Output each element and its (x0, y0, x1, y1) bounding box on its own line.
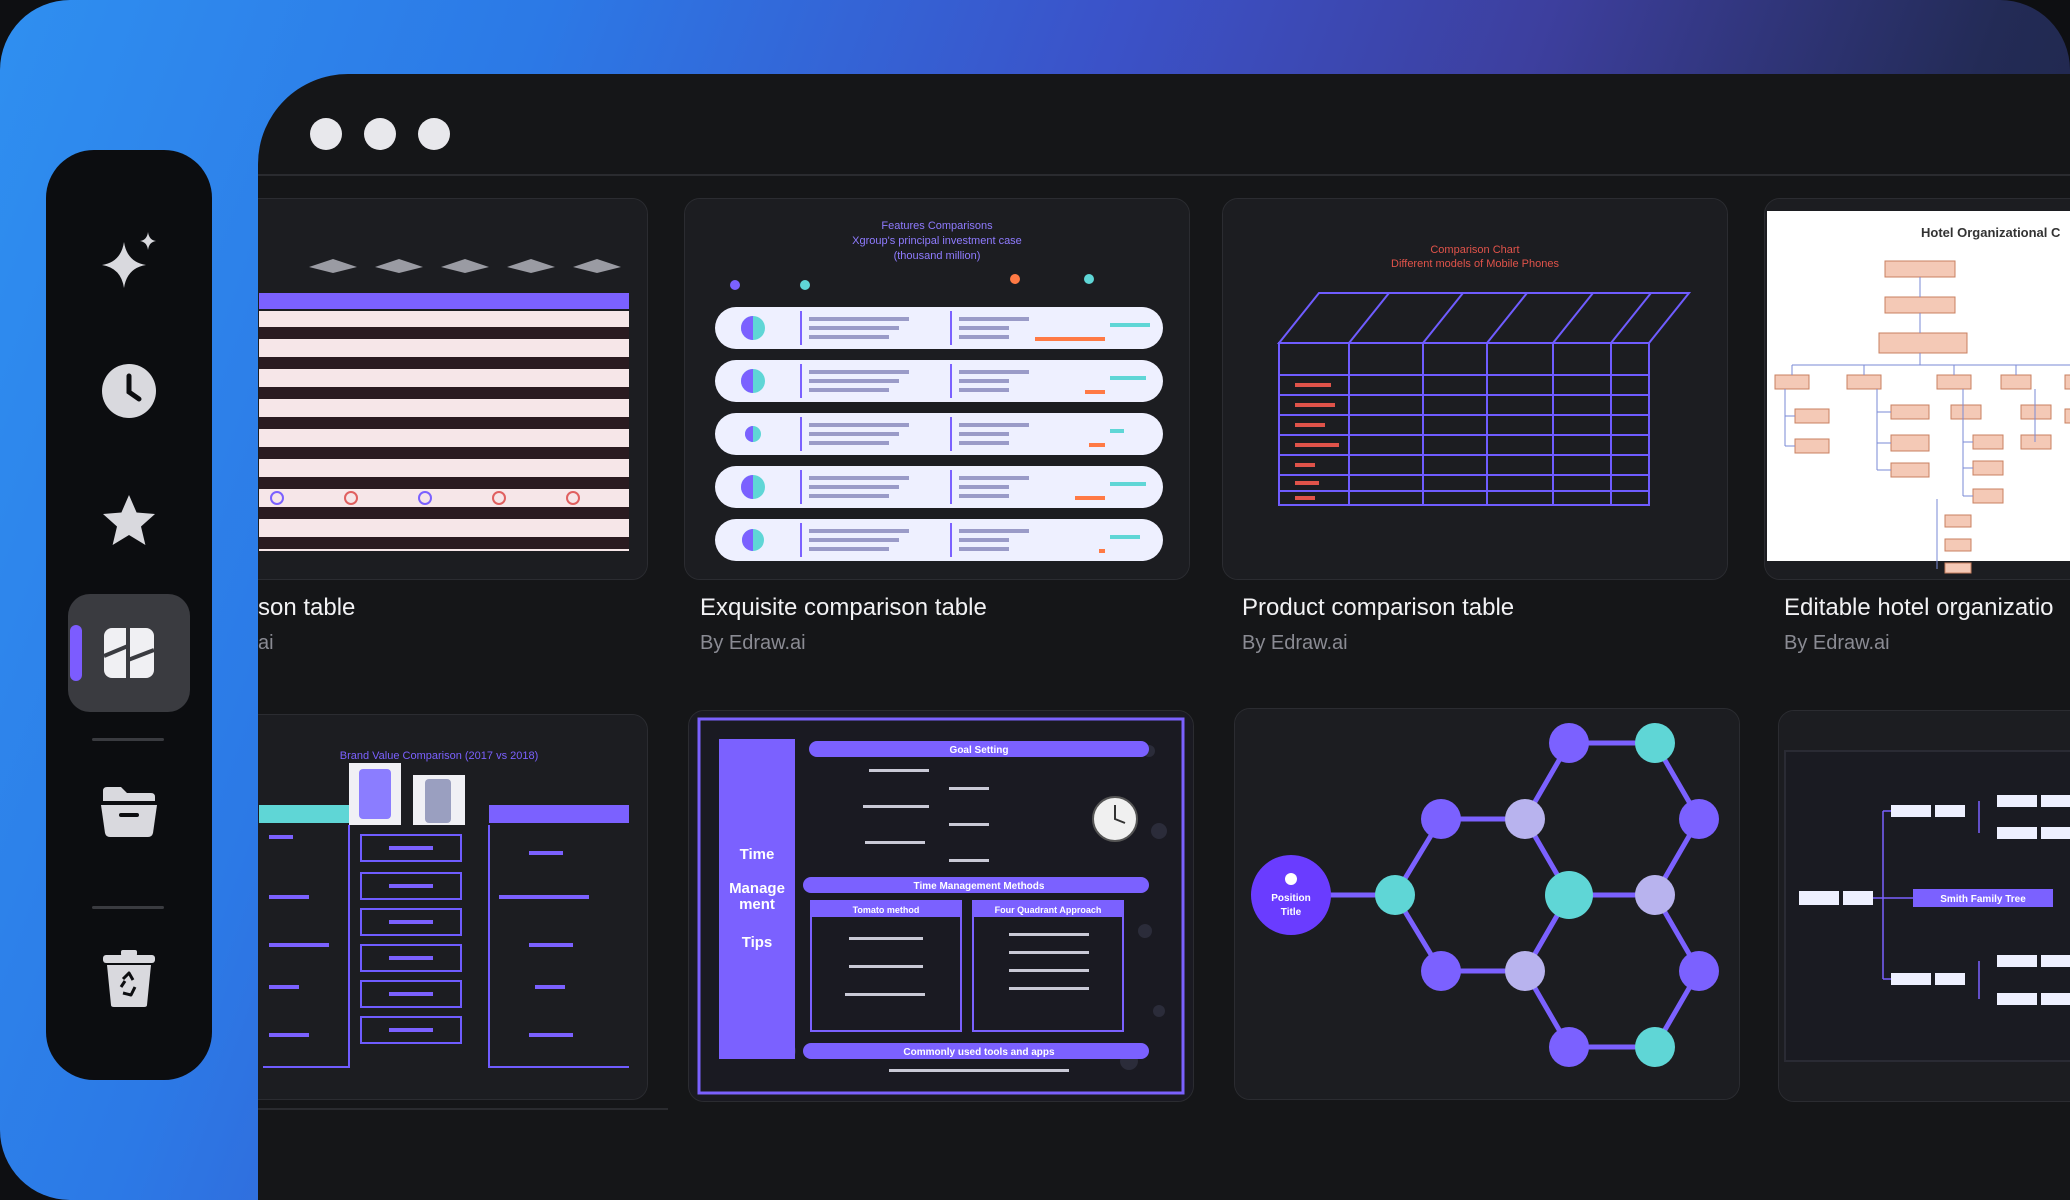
thumb-title: Features Comparisons (881, 220, 993, 232)
window-dot-minimize[interactable] (364, 118, 396, 150)
template-card[interactable] (258, 198, 648, 580)
window-dot-maximize[interactable] (418, 118, 450, 150)
thumb-subtitle: Different models of Mobile Phones (1391, 258, 1559, 270)
star-icon (103, 495, 155, 545)
template-thumbnail (258, 199, 647, 579)
thumb-unit: (thousand million) (894, 250, 981, 262)
sidebar-item-trash[interactable] (68, 920, 190, 1038)
thumb-side-text: Time (740, 846, 775, 863)
thumb-node-title: Position (1271, 893, 1310, 904)
thumb-method: Tomato method (853, 905, 920, 915)
template-title[interactable]: son table (258, 594, 355, 622)
template-thumbnail: Position Title (1235, 709, 1739, 1099)
template-card[interactable]: Features Comparisons Xgroup's principal … (684, 198, 1190, 580)
template-author: By Edraw.ai (1242, 632, 1348, 654)
thumb-method: Four Quadrant Approach (995, 905, 1102, 915)
sidebar-item-ai[interactable] (68, 204, 190, 322)
template-card[interactable]: Position Title (1234, 708, 1740, 1100)
template-card[interactable]: Hotel Organizational C (1764, 198, 2070, 580)
template-thumbnail: Smith Family Tree (1779, 711, 2070, 1101)
template-title[interactable]: Exquisite comparison table (700, 594, 987, 622)
templates-icon (103, 628, 155, 678)
template-card[interactable]: Comparison Chart Different models of Mob… (1222, 198, 1728, 580)
thumb-heading: Time Management Methods (914, 881, 1045, 892)
window-dot-close[interactable] (310, 118, 342, 150)
active-indicator (70, 625, 82, 681)
thumb-label: Smith Family Tree (1940, 894, 2026, 905)
thumb-title: Comparison Chart (1430, 244, 1519, 256)
thumb-node-title: Title (1281, 907, 1302, 918)
template-author: ai (258, 632, 274, 654)
template-thumbnail: Features Comparisons Xgroup's principal … (685, 199, 1189, 579)
template-card[interactable]: Time Manage ment Tips Goal Setting Time … (688, 710, 1194, 1102)
titlebar-divider (258, 174, 2070, 176)
window-titlebar (258, 74, 2070, 174)
template-author: By Edraw.ai (1784, 632, 1890, 654)
thumb-side-text: Tips (742, 934, 773, 951)
recycle-bin-icon (103, 950, 155, 1007)
clock-icon (102, 364, 156, 418)
sparkle-icon (102, 232, 156, 288)
template-thumbnail: Time Manage ment Tips Goal Setting Time … (689, 711, 1193, 1101)
section-divider (258, 1108, 668, 1110)
thumb-subtitle: Xgroup's principal investment case (852, 235, 1022, 247)
folder-icon (101, 787, 157, 837)
sidebar (46, 150, 212, 1080)
thumb-title: Brand Value Comparison (2017 vs 2018) (340, 750, 539, 762)
template-title[interactable]: Product comparison table (1242, 594, 1514, 622)
thumb-heading: Goal Setting (950, 745, 1009, 756)
sidebar-item-favorites[interactable] (68, 462, 190, 580)
template-thumbnail: Brand Value Comparison (2017 vs 2018) (258, 715, 647, 1099)
app-window: son table ai Features Comparisons Xgroup… (258, 74, 2070, 1200)
thumb-heading: Commonly used tools and apps (903, 1047, 1055, 1058)
sidebar-divider (92, 738, 164, 741)
template-author: By Edraw.ai (700, 632, 806, 654)
sidebar-item-files[interactable] (68, 752, 190, 870)
sidebar-divider (92, 906, 164, 909)
thumb-side-text: Manage (729, 880, 785, 897)
template-card[interactable]: Brand Value Comparison (2017 vs 2018) (258, 714, 648, 1100)
thumb-title: Hotel Organizational C (1921, 225, 2061, 240)
sidebar-item-recent[interactable] (68, 332, 190, 450)
template-card[interactable]: Smith Family Tree (1778, 710, 2070, 1102)
thumb-side-text: ment (739, 896, 775, 913)
template-thumbnail: Comparison Chart Different models of Mob… (1223, 199, 1727, 579)
sidebar-item-templates[interactable] (68, 594, 190, 712)
template-title[interactable]: Editable hotel organizatio (1784, 594, 2054, 622)
template-thumbnail: Hotel Organizational C (1765, 199, 2070, 579)
